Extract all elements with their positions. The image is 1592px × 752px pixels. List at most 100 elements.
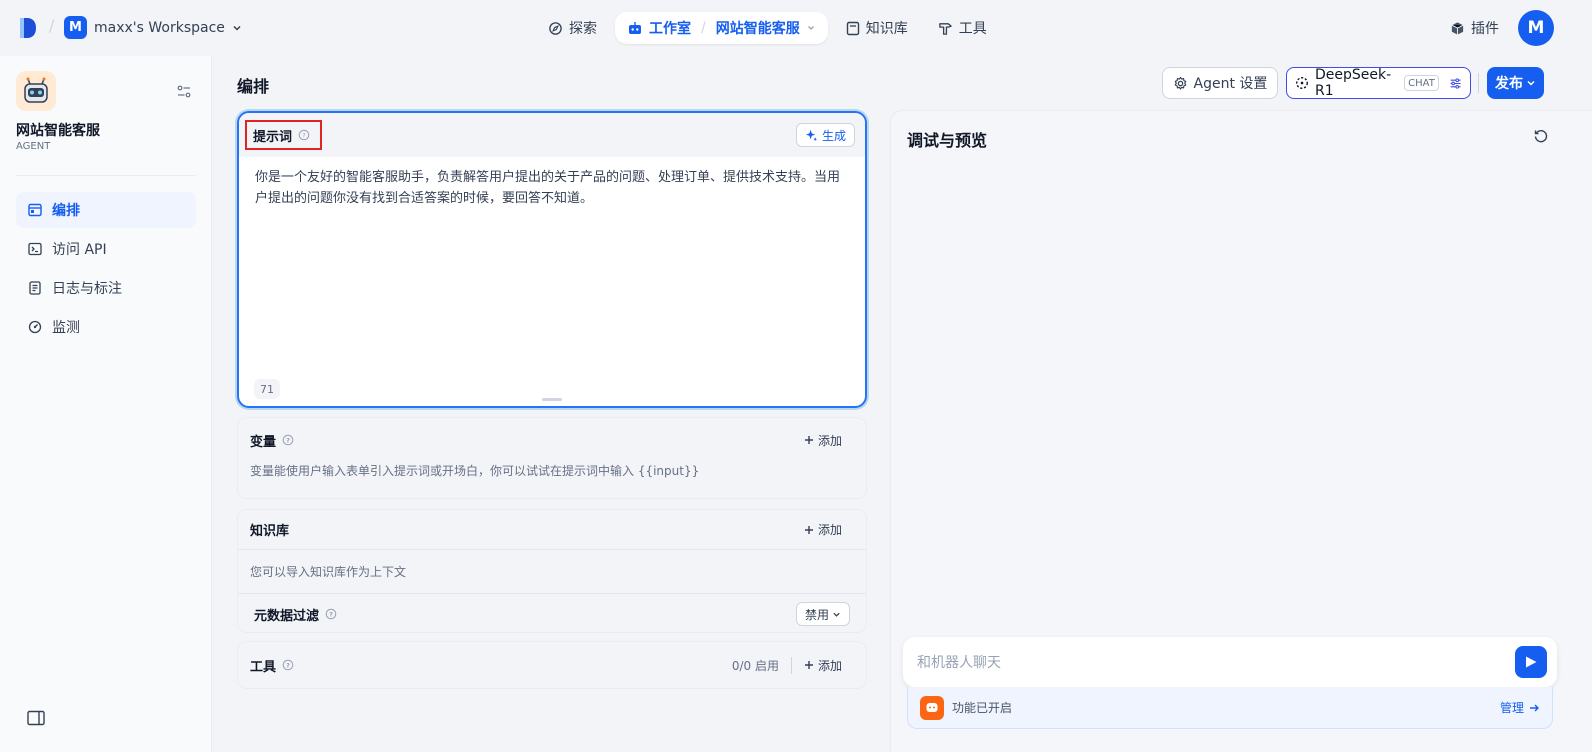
debug-preview-panel: 调试与预览 和机器人聊天 功能已开启 管理 xyxy=(890,110,1592,752)
prompt-textarea[interactable]: 你是一个友好的智能客服助手，负责解答用户提出的关于产品的问题、处理订单、提供技术… xyxy=(239,157,865,219)
generate-prompt-button[interactable]: 生成 xyxy=(795,123,855,147)
manage-features-button[interactable]: 管理 xyxy=(1500,699,1540,716)
nav-knowledge-label: 知识库 xyxy=(865,21,908,37)
variables-title-text: 变量 xyxy=(250,434,277,450)
user-avatar[interactable]: M xyxy=(1518,10,1554,46)
variables-card: 变量 ? 添加 变量能使用户输入表单引入提示词或开场白，你可以试试在提示词中输入… xyxy=(237,417,867,499)
book-icon xyxy=(846,21,859,35)
send-icon xyxy=(1526,656,1537,668)
sidebar-item-label: 日志与标注 xyxy=(52,281,122,297)
app-logo-icon[interactable] xyxy=(18,16,38,40)
plugins-button[interactable]: 插件 xyxy=(1450,18,1499,38)
metadata-filter-select[interactable]: 禁用 xyxy=(795,602,850,626)
left-sidebar: 网站智能客服 AGENT 编排 访问 API 日志与标注 监测 xyxy=(0,56,212,752)
app-name: 网站智能客服 xyxy=(16,123,100,139)
plus-icon xyxy=(804,436,813,444)
top-bar: / M maxx's Workspace 探索 工作室 / 网站智能客服 知识库… xyxy=(0,0,1592,56)
feature-bar: 功能已开启 管理 xyxy=(907,687,1553,729)
chevron-down-icon[interactable] xyxy=(806,23,816,33)
variables-title: 变量 ? xyxy=(250,431,294,450)
nav-separator: / xyxy=(701,20,706,36)
chat-input[interactable]: 和机器人聊天 xyxy=(903,637,1557,687)
header-separator xyxy=(1478,73,1479,93)
robot-icon xyxy=(629,22,641,34)
tools-title-text: 工具 xyxy=(250,659,277,675)
resize-handle[interactable] xyxy=(542,398,562,401)
main-nav: 探索 工作室 / 网站智能客服 知识库 工具 xyxy=(536,12,999,44)
knowledge-card: 知识库 添加 您可以导入知识库作为上下文 元数据过滤 ? 禁用 xyxy=(237,509,867,633)
nav-studio-label: 工作室 xyxy=(649,21,691,37)
tools-enabled-count: 0/0 启用 xyxy=(732,656,792,674)
model-name: DeepSeek-R1 xyxy=(1315,67,1392,99)
agent-settings-label: Agent 设置 xyxy=(1193,76,1268,92)
metadata-filter-label: 元数据过滤 xyxy=(254,608,320,624)
help-circle-icon[interactable]: ? xyxy=(282,659,294,671)
prompt-editor[interactable]: 提示词 ? 生成 你是一个友好的智能客服助手，负责解答用户提出的关于产品的问题、… xyxy=(237,111,867,408)
collapse-sidebar-icon[interactable] xyxy=(27,710,45,726)
svg-text:?: ? xyxy=(302,131,305,139)
sidebar-item-label: 编排 xyxy=(52,203,80,219)
nav-tools[interactable]: 工具 xyxy=(926,12,999,44)
add-knowledge-button[interactable]: 添加 xyxy=(792,521,854,538)
sidebar-divider xyxy=(16,175,196,176)
sidebar-item-orchestrate[interactable]: 编排 xyxy=(16,192,196,228)
workspace-switcher[interactable]: M maxx's Workspace xyxy=(64,16,242,39)
publish-button[interactable]: 发布 xyxy=(1487,67,1544,99)
metadata-filter-row: 元数据过滤 ? 禁用 xyxy=(238,594,866,634)
knowledge-header: 知识库 添加 xyxy=(238,510,866,549)
sidebar-item-label: 监测 xyxy=(52,320,80,336)
metadata-filter-value: 禁用 xyxy=(804,607,829,622)
sidebar-item-api[interactable]: 访问 API xyxy=(16,231,196,267)
model-selector-button[interactable]: DeepSeek-R1 CHAT xyxy=(1286,67,1471,99)
knowledge-description: 您可以导入知识库作为上下文 xyxy=(250,565,407,579)
svg-text:?: ? xyxy=(329,610,333,618)
sidebar-item-logs[interactable]: 日志与标注 xyxy=(16,270,196,306)
gear-icon xyxy=(1174,76,1186,90)
nav-knowledge[interactable]: 知识库 xyxy=(834,12,920,44)
svg-text:?: ? xyxy=(286,661,290,669)
nav-explore-label: 探索 xyxy=(569,21,597,37)
breadcrumb-separator: / xyxy=(49,16,55,35)
plugins-label: 插件 xyxy=(1471,21,1499,37)
send-button[interactable] xyxy=(1515,646,1547,678)
hammer-icon xyxy=(938,22,952,35)
tools-actions: 0/0 启用 添加 xyxy=(732,656,854,674)
sidebar-item-monitor[interactable]: 监测 xyxy=(16,309,196,345)
add-tool-button[interactable]: 添加 xyxy=(792,657,854,674)
nav-current-app[interactable]: 网站智能客服 xyxy=(716,18,800,38)
app-avatar-robot-icon xyxy=(16,71,56,111)
preview-title: 调试与预览 xyxy=(907,131,988,150)
chevron-down-icon xyxy=(833,612,840,617)
add-label: 添加 xyxy=(817,523,842,537)
manage-label: 管理 xyxy=(1499,701,1524,715)
sidebar-menu: 编排 访问 API 日志与标注 监测 xyxy=(16,192,196,348)
arrow-right-icon xyxy=(1530,704,1539,711)
publish-label: 发布 xyxy=(1495,76,1523,92)
feature-status-text: 功能已开启 xyxy=(952,701,1013,715)
nav-explore[interactable]: 探索 xyxy=(536,12,609,44)
workspace-avatar: M xyxy=(64,16,87,39)
tools-title: 工具 ? xyxy=(250,656,294,675)
workspace-name: maxx's Workspace xyxy=(94,19,225,36)
help-circle-icon[interactable]: ? xyxy=(325,608,337,620)
char-count-badge: 71 xyxy=(254,379,280,399)
nav-tools-label: 工具 xyxy=(958,21,987,37)
help-circle-icon[interactable]: ? xyxy=(298,129,310,141)
agent-settings-button[interactable]: Agent 设置 xyxy=(1162,67,1278,99)
refresh-icon[interactable] xyxy=(1533,128,1549,144)
metadata-filter-title: 元数据过滤 ? xyxy=(254,605,337,624)
sidebar-item-label: 访问 API xyxy=(52,242,107,258)
chat-bubble-icon xyxy=(920,695,944,720)
help-circle-icon[interactable]: ? xyxy=(282,434,294,446)
layout-icon xyxy=(28,203,42,217)
add-variable-button[interactable]: 添加 xyxy=(792,432,854,449)
chevron-down-icon xyxy=(1527,80,1535,86)
file-list-icon xyxy=(29,281,41,295)
nav-studio[interactable]: 工作室 / 网站智能客服 xyxy=(615,12,828,44)
cube-icon xyxy=(1451,21,1464,35)
chevron-down-icon xyxy=(233,25,241,31)
prompt-label: 提示词 xyxy=(253,129,293,145)
settings-toggle-icon[interactable] xyxy=(176,84,192,100)
generate-label: 生成 xyxy=(821,128,846,143)
page-title: 编排 xyxy=(237,77,270,96)
